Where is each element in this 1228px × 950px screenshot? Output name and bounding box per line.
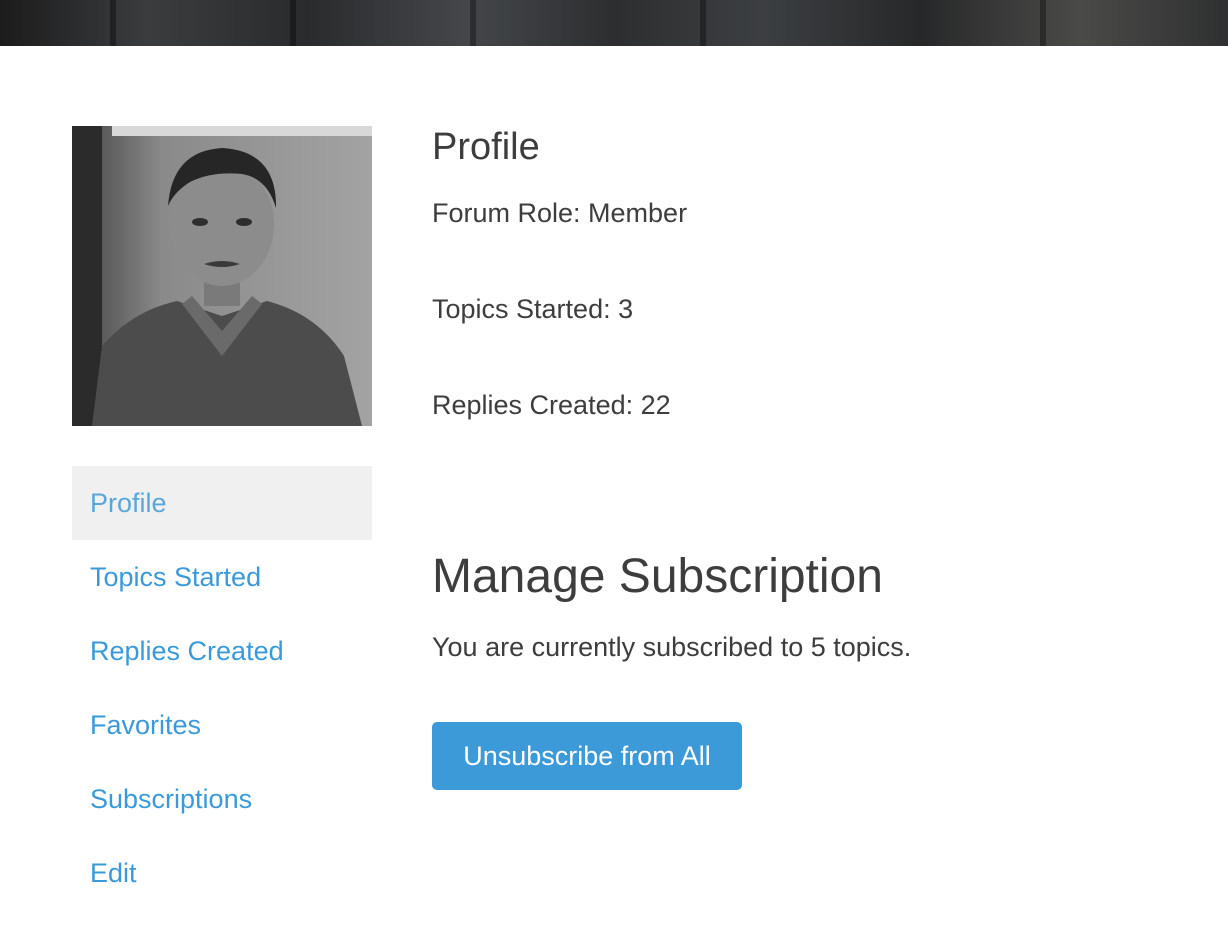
header-banner xyxy=(0,0,1228,46)
profile-heading: Profile xyxy=(432,126,540,168)
replies-created-count: Replies Created: 22 xyxy=(432,390,671,420)
subscription-note: You are currently subscribed to 5 topics… xyxy=(432,632,912,662)
topics-started-count: Topics Started: 3 xyxy=(432,294,634,324)
sidebar-item-profile[interactable]: Profile xyxy=(72,466,372,540)
user-photo xyxy=(72,126,372,426)
manage-subscription-heading: Manage Subscription xyxy=(432,550,883,603)
sidebar-item-replies-created[interactable]: Replies Created xyxy=(72,614,372,688)
sidebar-item-topics-started[interactable]: Topics Started xyxy=(72,540,372,614)
forum-role: Forum Role: Member xyxy=(432,198,688,228)
user-avatar xyxy=(72,126,372,426)
sidebar-item-subscriptions[interactable]: Subscriptions xyxy=(72,762,372,836)
profile-sidebar-nav: Profile Topics Started Replies Created F… xyxy=(72,466,372,910)
unsubscribe-all-button[interactable]: Unsubscribe from All xyxy=(432,722,742,790)
sidebar-item-favorites[interactable]: Favorites xyxy=(72,688,372,762)
sidebar-item-edit[interactable]: Edit xyxy=(72,836,372,910)
